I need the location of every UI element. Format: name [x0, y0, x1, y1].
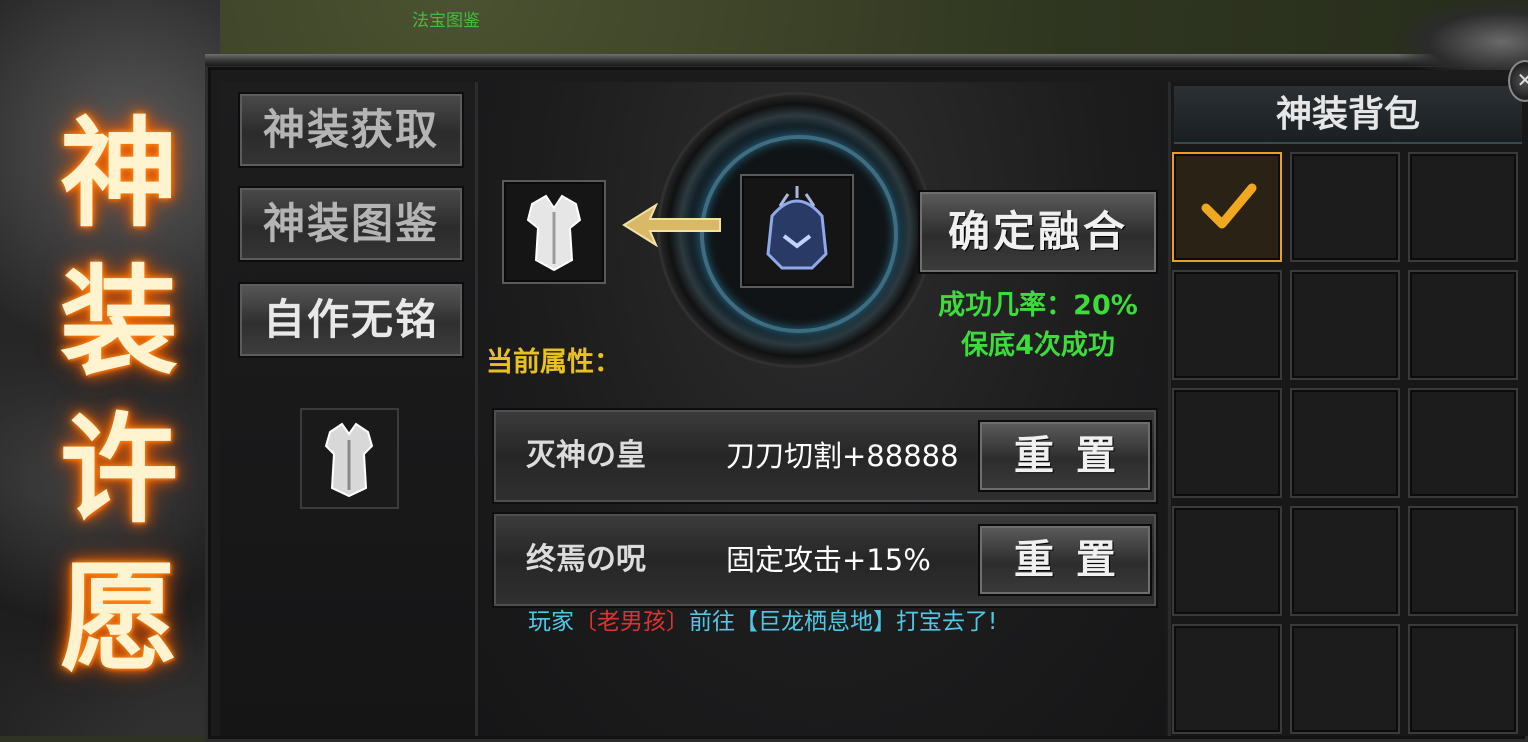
attribute-value: 固定攻击+15%	[726, 543, 931, 577]
bag-slot[interactable]	[1290, 152, 1400, 262]
reset-button[interactable]: 重置	[978, 420, 1152, 492]
checkmark-icon	[1201, 183, 1257, 229]
bag-slot[interactable]	[1172, 506, 1282, 616]
source-slot[interactable]	[740, 174, 854, 288]
bag-title: 神装背包	[1275, 93, 1420, 135]
world-label: 法宝图鉴	[412, 11, 480, 31]
bag-slot[interactable]	[1172, 270, 1282, 380]
bag-grid	[1172, 152, 1518, 734]
broadcast-message: 玩家〔老男孩〕前往【巨龙栖息地】打宝去了!	[528, 602, 997, 636]
bag-slot[interactable]	[1408, 506, 1518, 616]
result-slot[interactable]	[502, 180, 606, 284]
bag-slot[interactable]	[1290, 270, 1400, 380]
bag-slot[interactable]	[1408, 624, 1518, 734]
corner-ornament	[1398, 0, 1528, 70]
reset-button[interactable]: 重置	[978, 524, 1152, 596]
bag-slot[interactable]	[1172, 388, 1282, 498]
title-char: 愿	[59, 548, 178, 687]
armor-icon	[324, 422, 374, 498]
bag-slot[interactable]	[1290, 624, 1400, 734]
success-rate: 成功几率：20%	[938, 290, 1138, 321]
armor-icon	[526, 194, 582, 272]
bag-slot[interactable]	[1290, 388, 1400, 498]
attribute-row: 灭神の皇 刀刀切割+88888 重置	[492, 408, 1158, 504]
attribute-row: 终焉の呪 固定攻击+15% 重置	[492, 512, 1158, 608]
arrow-left-icon	[622, 203, 721, 247]
attribute-name: 灭神の皇	[526, 438, 646, 473]
panel-title: 神 装 许 愿	[44, 100, 194, 692]
broadcast-prefix: 玩家	[528, 609, 574, 635]
armor-slot[interactable]	[300, 408, 399, 509]
title-char: 装	[59, 252, 178, 391]
guarantee-text: 保底4次成功	[961, 330, 1115, 361]
bag-slot[interactable]	[1408, 388, 1518, 498]
panel-frame	[205, 54, 1528, 66]
title-char: 许	[59, 400, 178, 539]
nav-button-craft[interactable]: 自作无铭	[238, 282, 464, 358]
attribute-name: 终焉の呪	[526, 542, 646, 577]
title-char: 神	[59, 104, 178, 243]
player-name[interactable]: 〔老男孩〕	[574, 609, 689, 635]
confirm-fusion-button[interactable]: 确定融合	[918, 190, 1158, 274]
success-rate-info: 成功几率：20% 保底4次成功	[920, 286, 1156, 366]
bag-slot[interactable]	[1408, 270, 1518, 380]
nav-button-catalog[interactable]: 神装图鉴	[238, 186, 464, 262]
helmet-icon	[766, 186, 828, 270]
attribute-value: 刀刀切割+88888	[726, 439, 959, 473]
bag-slot[interactable]	[1408, 152, 1518, 262]
current-attributes-title: 当前属性：	[486, 347, 621, 378]
bag-slot[interactable]	[1172, 624, 1282, 734]
broadcast-suffix: 前往【巨龙栖息地】打宝去了!	[689, 609, 998, 635]
bag-slot[interactable]	[1290, 506, 1400, 616]
nav-button-acquire[interactable]: 神装获取	[238, 92, 464, 168]
